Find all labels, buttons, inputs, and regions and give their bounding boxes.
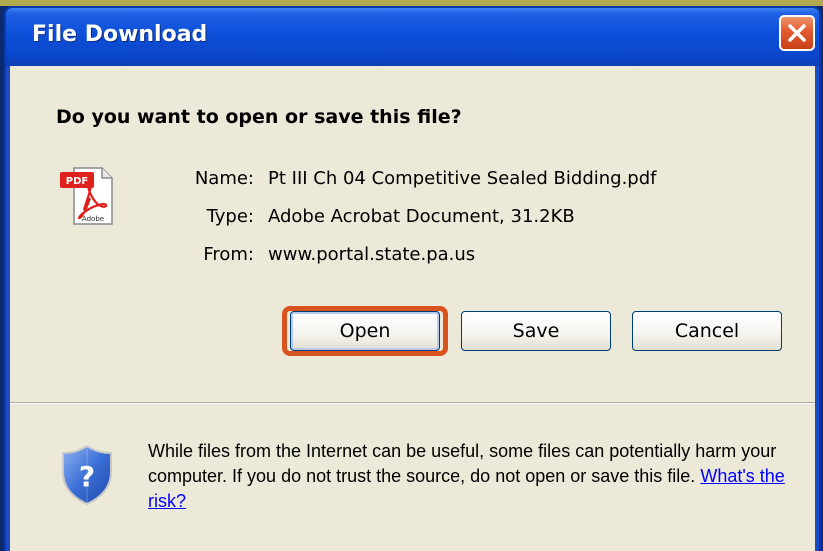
open-button[interactable]: Open <box>290 311 440 351</box>
separator <box>10 402 815 404</box>
file-type-value: Adobe Acrobat Document, 31.2KB <box>268 206 575 227</box>
pdf-file-icon: PDF Adobe <box>60 167 113 225</box>
close-icon <box>788 24 806 42</box>
dialog-body: Do you want to open or save this file? P… <box>10 66 815 551</box>
pdf-badge-text: PDF <box>66 176 88 187</box>
type-label: Type: <box>206 206 254 227</box>
shield-question-icon: ? <box>62 444 112 506</box>
adobe-caption: Adobe <box>82 215 104 223</box>
name-label: Name: <box>194 168 254 189</box>
close-button[interactable] <box>779 15 815 51</box>
file-source-value: www.portal.state.pa.us <box>268 244 476 265</box>
file-download-dialog: File Download Do you want to open or sav… <box>4 6 821 551</box>
save-button[interactable]: Save <box>461 311 611 351</box>
cancel-button[interactable]: Cancel <box>632 311 782 351</box>
dialog-question: Do you want to open or save this file? <box>56 106 462 128</box>
svg-text:?: ? <box>79 460 95 493</box>
warning-text: While files from the Internet can be use… <box>148 441 777 486</box>
title-bar[interactable]: File Download <box>6 8 819 66</box>
window-title: File Download <box>32 22 208 47</box>
from-label: From: <box>203 244 254 265</box>
security-warning: While files from the Internet can be use… <box>148 439 798 514</box>
file-name-value: Pt III Ch 04 Competitive Sealed Bidding.… <box>268 168 657 189</box>
